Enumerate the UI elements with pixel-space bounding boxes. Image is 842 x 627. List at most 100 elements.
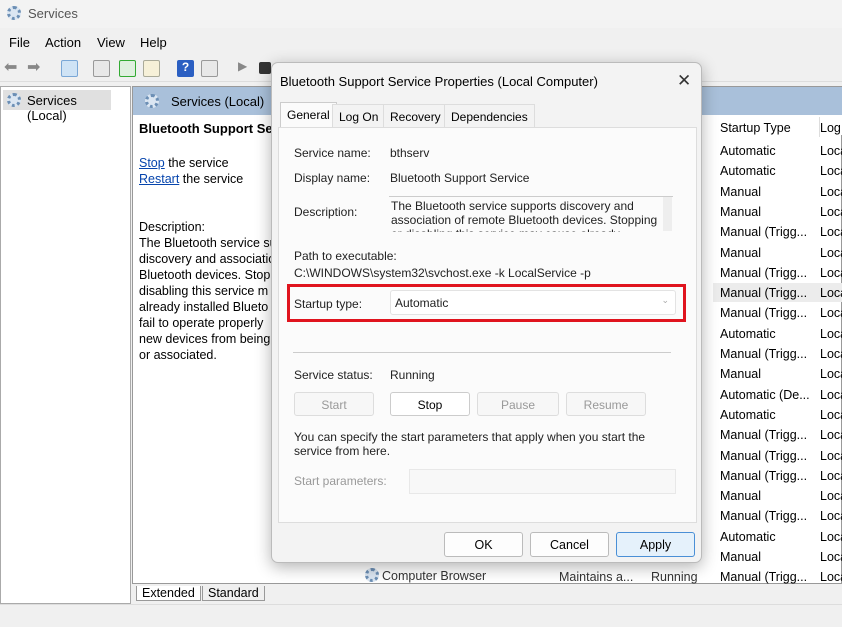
description-line: new devices from being (139, 332, 271, 346)
tab-extended[interactable]: Extended (136, 586, 201, 601)
description-scrollbar[interactable] (663, 197, 672, 231)
start-service-icon[interactable]: ▶ (238, 59, 255, 76)
description-label: Description: (139, 220, 205, 234)
display-name-value: Bluetooth Support Service (390, 171, 530, 185)
log-on-cell[interactable]: Loca (820, 246, 842, 260)
startup-type-cell[interactable]: Manual (720, 550, 761, 564)
cancel-button[interactable]: Cancel (530, 532, 609, 557)
service-status-label: Service status: (294, 368, 373, 382)
status-bar (0, 604, 842, 627)
log-on-cell[interactable]: Loca (820, 205, 842, 219)
log-on-cell[interactable]: Loca (820, 530, 842, 544)
startup-type-cell[interactable]: Manual (Trigg... (720, 428, 807, 442)
chevron-down-icon: ⌄ (661, 295, 669, 305)
start-params-input[interactable] (409, 469, 676, 494)
log-on-cell[interactable]: Loca (820, 185, 842, 199)
startup-type-cell[interactable]: Manual (Trigg... (720, 449, 807, 463)
resume-button[interactable]: Resume (566, 392, 646, 416)
startup-type-cell[interactable]: Automatic (720, 327, 776, 341)
startup-type-cell[interactable]: Manual (720, 489, 761, 503)
properties-icon[interactable] (93, 60, 110, 77)
menu-view[interactable]: View (97, 35, 125, 50)
log-on-cell[interactable]: Loca (820, 550, 842, 564)
log-on-cell[interactable]: Loca (820, 388, 842, 402)
tree-item-label: Services (Local) (27, 93, 77, 123)
log-on-cell[interactable]: Loca (820, 367, 842, 381)
service-startup-cell: Manual (Trigg... (720, 570, 808, 584)
service-name-label: Service name: (294, 146, 371, 160)
log-on-cell[interactable]: Loca (820, 408, 842, 422)
log-on-cell[interactable]: Loca (820, 489, 842, 503)
startup-type-cell[interactable]: Automatic (720, 144, 776, 158)
startup-type-cell[interactable]: Manual (720, 246, 761, 260)
export-list-icon[interactable] (143, 60, 160, 77)
menu-bar: File Action View Help (0, 30, 842, 54)
apply-button[interactable]: Apply (616, 532, 695, 557)
ok-button[interactable]: OK (444, 532, 523, 557)
menu-action[interactable]: Action (45, 35, 81, 50)
startup-type-cell[interactable]: Manual (Trigg... (720, 469, 807, 483)
tree-item-services-local[interactable]: Services (Local) (3, 90, 111, 123)
menu-file[interactable]: File (9, 35, 30, 50)
column-startup-type[interactable]: Startup Type (720, 121, 791, 135)
services-gear-icon (7, 93, 21, 107)
log-on-cell[interactable]: Loca (820, 286, 842, 300)
startup-type-cell[interactable]: Manual (Trigg... (720, 306, 807, 320)
startup-type-cell[interactable]: Manual (Trigg... (720, 509, 807, 523)
stop-button[interactable]: Stop (390, 392, 470, 416)
tab-log-on[interactable]: Log On (332, 104, 386, 127)
divider (293, 352, 671, 353)
log-on-cell[interactable]: Loca (820, 327, 842, 341)
properties-dialog: Bluetooth Support Service Properties (Lo… (271, 62, 702, 563)
log-on-cell[interactable]: Loca (820, 347, 842, 361)
close-icon[interactable]: ✕ (677, 71, 691, 91)
log-on-cell[interactable]: Loca (820, 164, 842, 178)
tab-general[interactable]: General (280, 102, 337, 128)
log-on-cell[interactable]: Loca (820, 428, 842, 442)
help-icon[interactable]: ? (177, 60, 194, 77)
description-line: Bluetooth devices. Stop (139, 268, 271, 282)
menu-help[interactable]: Help (140, 35, 167, 50)
show-hide-tree-icon[interactable] (61, 60, 78, 77)
window-title: Services (28, 6, 78, 21)
tab-recovery[interactable]: Recovery (383, 104, 448, 127)
log-on-cell[interactable]: Loca (820, 469, 842, 483)
service-name-cell[interactable]: Computer Browser (382, 569, 486, 583)
service-description-cell: Maintains a... (559, 570, 634, 584)
tab-standard[interactable]: Standard (202, 586, 265, 601)
startup-type-cell[interactable]: Automatic (720, 164, 776, 178)
startup-type-cell[interactable]: Manual (720, 367, 761, 381)
log-on-cell[interactable]: Loca (820, 509, 842, 523)
forward-arrow-icon[interactable]: ➡ (27, 57, 44, 76)
stop-link-text: the service (164, 156, 229, 170)
startup-type-cell[interactable]: Automatic (De... (720, 388, 810, 402)
tab-dependencies[interactable]: Dependencies (444, 104, 535, 127)
restart-link-text: the service (179, 172, 244, 186)
back-arrow-icon[interactable]: ⬅ (4, 57, 21, 76)
action-pane-icon[interactable] (201, 60, 218, 77)
restart-link[interactable]: Restart (139, 172, 179, 186)
log-on-cell[interactable]: Loca (820, 225, 842, 239)
log-on-cell[interactable]: Loca (820, 266, 842, 280)
startup-type-cell[interactable]: Manual (Trigg... (720, 347, 807, 361)
log-on-cell[interactable]: Loca (820, 449, 842, 463)
description-text[interactable]: The Bluetooth service supports discovery… (389, 196, 673, 232)
start-button[interactable]: Start (294, 392, 374, 416)
startup-type-cell[interactable]: Automatic (720, 408, 776, 422)
startup-type-cell[interactable]: Manual (Trigg... (720, 286, 807, 300)
log-on-cell[interactable]: Loca (820, 144, 842, 158)
stop-service-icon[interactable] (259, 62, 271, 74)
column-log-on[interactable]: Log (820, 121, 841, 135)
startup-type-cell[interactable]: Automatic (720, 530, 776, 544)
startup-type-select[interactable]: Automatic ⌄ (390, 290, 676, 315)
refresh-icon[interactable] (119, 60, 136, 77)
startup-type-cell[interactable]: Manual (720, 205, 761, 219)
pause-button[interactable]: Pause (477, 392, 559, 416)
startup-type-cell[interactable]: Manual (Trigg... (720, 266, 807, 280)
description-label: Description: (294, 205, 358, 219)
stop-link[interactable]: Stop (139, 156, 165, 170)
log-on-cell[interactable]: Loca (820, 306, 842, 320)
startup-type-cell[interactable]: Manual (720, 185, 761, 199)
startup-type-value: Automatic (395, 296, 449, 310)
startup-type-cell[interactable]: Manual (Trigg... (720, 225, 807, 239)
